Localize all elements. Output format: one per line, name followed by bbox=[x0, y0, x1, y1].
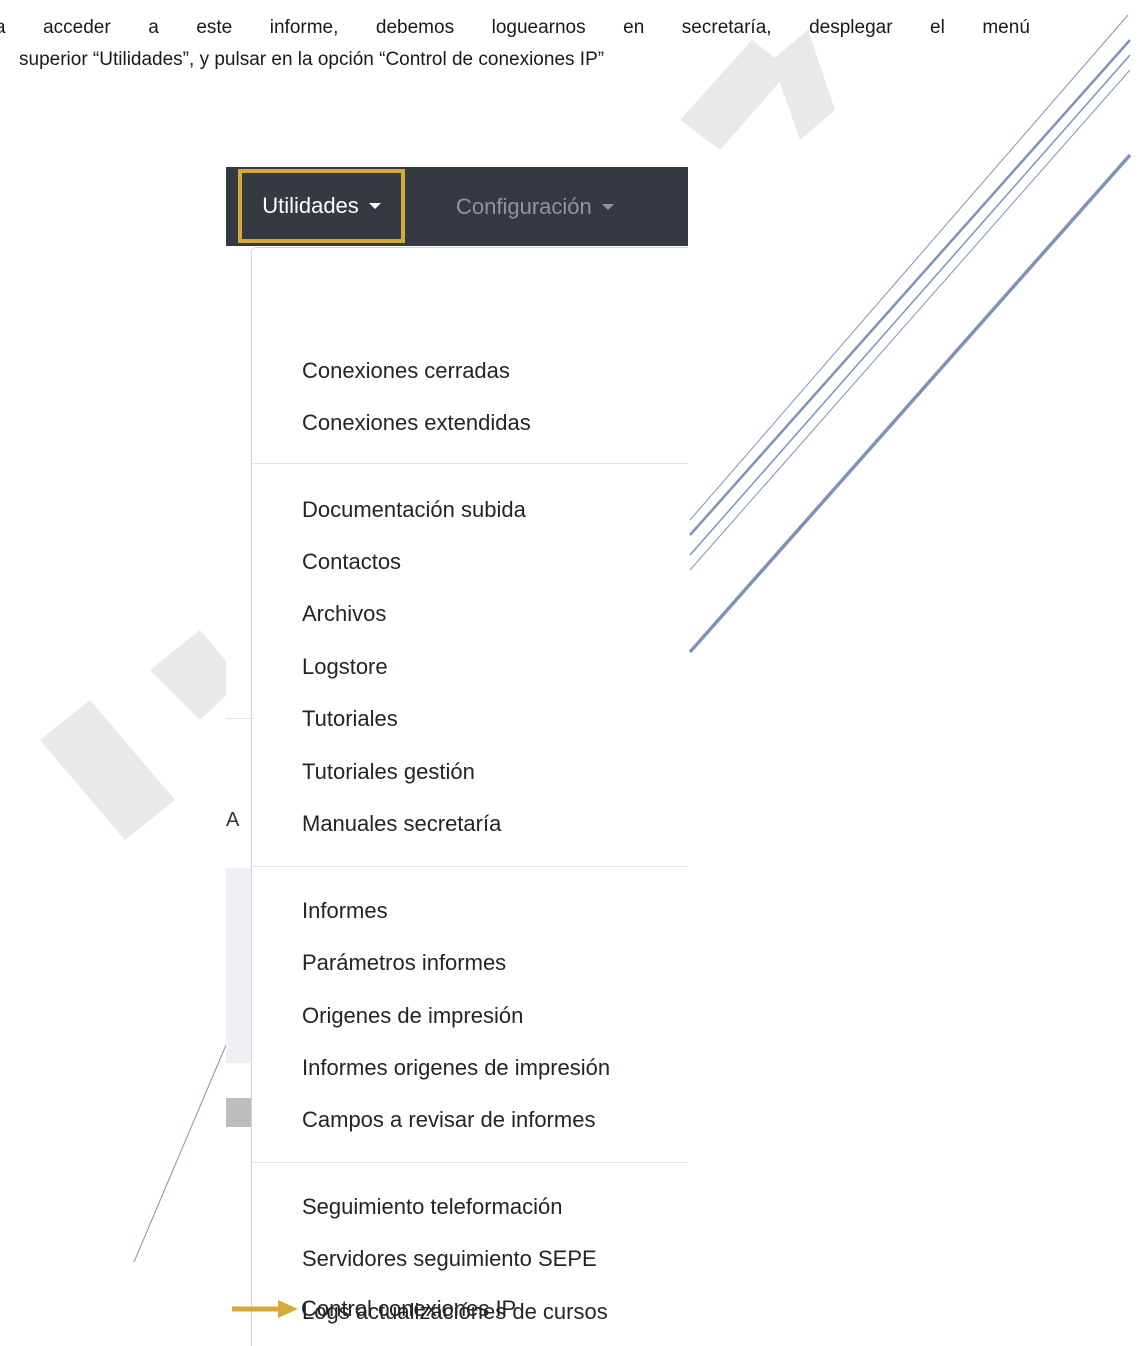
nav-configuracion[interactable]: Configuración bbox=[456, 167, 614, 246]
paragraph-line-2: superior “Utilidades”, y pulsar en la op… bbox=[19, 49, 605, 70]
backdrop-partial-text: A bbox=[226, 809, 240, 831]
menu-item-informes[interactable]: Informes bbox=[302, 898, 388, 924]
backdrop-bar bbox=[226, 1098, 252, 1127]
word: a bbox=[148, 17, 159, 38]
menu-item-tutoriales-gestion[interactable]: Tutoriales gestión bbox=[302, 759, 475, 785]
top-navbar: Utilidades Configuración bbox=[226, 167, 688, 246]
right-arrow-icon bbox=[232, 1300, 298, 1318]
word: el bbox=[930, 17, 945, 38]
menu-item-informes-origenes-de-impresion[interactable]: Informes origenes de impresión bbox=[302, 1055, 610, 1081]
caret-down-icon bbox=[368, 203, 381, 209]
menu-item-servidores-seguimiento-sepe[interactable]: Servidores seguimiento SEPE bbox=[302, 1246, 597, 1272]
menu-item-control-conexiones-ip[interactable]: Control conexiones IP bbox=[301, 1296, 516, 1322]
menu-screenshot: Utilidades Configuración A Conexiones ce… bbox=[226, 167, 688, 1346]
backdrop-panel bbox=[226, 868, 252, 1063]
menu-item-seguimiento-teleformacion[interactable]: Seguimiento teleformación bbox=[302, 1194, 562, 1220]
menu-item-origenes-de-impresion[interactable]: Origenes de impresión bbox=[302, 1003, 523, 1029]
menu-divider bbox=[252, 1162, 688, 1163]
word: menú bbox=[982, 17, 1030, 38]
menu-item-parametros-informes[interactable]: Parámetros informes bbox=[302, 950, 506, 976]
menu-item-conexiones-extendidas[interactable]: Conexiones extendidas bbox=[302, 410, 531, 436]
instruction-paragraph: a acceder a este informe, debemos loguea… bbox=[0, 12, 1030, 76]
word: a bbox=[0, 17, 6, 38]
menu-item-logstore[interactable]: Logstore bbox=[302, 654, 388, 680]
menu-item-documentacion-subida[interactable]: Documentación subida bbox=[302, 497, 526, 523]
word: debemos bbox=[375, 17, 455, 38]
paragraph-line-1: a acceder a este informe, debemos loguea… bbox=[0, 12, 1030, 44]
nav-configuracion-label: Configuración bbox=[456, 193, 592, 219]
page-backdrop: A bbox=[226, 246, 252, 1346]
menu-divider bbox=[252, 866, 688, 867]
menu-item-manuales-secretaria[interactable]: Manuales secretaría bbox=[302, 811, 501, 837]
caret-down-icon bbox=[601, 203, 614, 210]
menu-item-conexiones-cerradas[interactable]: Conexiones cerradas bbox=[302, 358, 510, 384]
utilidades-dropdown-menu: Conexiones cerradas Conexiones extendida… bbox=[251, 247, 688, 1346]
word: este bbox=[196, 17, 233, 38]
nav-utilidades[interactable]: Utilidades bbox=[238, 169, 405, 243]
menu-divider bbox=[252, 463, 688, 464]
word: secretaría, bbox=[681, 17, 772, 38]
backdrop-divider bbox=[226, 718, 252, 719]
nav-utilidades-label: Utilidades bbox=[262, 193, 359, 218]
word: loguearnos bbox=[491, 17, 586, 38]
menu-item-campos-a-revisar[interactable]: Campos a revisar de informes bbox=[302, 1107, 595, 1133]
word: informe, bbox=[269, 17, 339, 38]
menu-item-tutoriales[interactable]: Tutoriales bbox=[302, 706, 398, 732]
menu-item-archivos[interactable]: Archivos bbox=[302, 601, 386, 627]
word: en bbox=[623, 17, 645, 38]
word: desplegar bbox=[809, 17, 893, 38]
menu-item-contactos[interactable]: Contactos bbox=[302, 549, 401, 575]
word: acceder bbox=[43, 17, 111, 38]
